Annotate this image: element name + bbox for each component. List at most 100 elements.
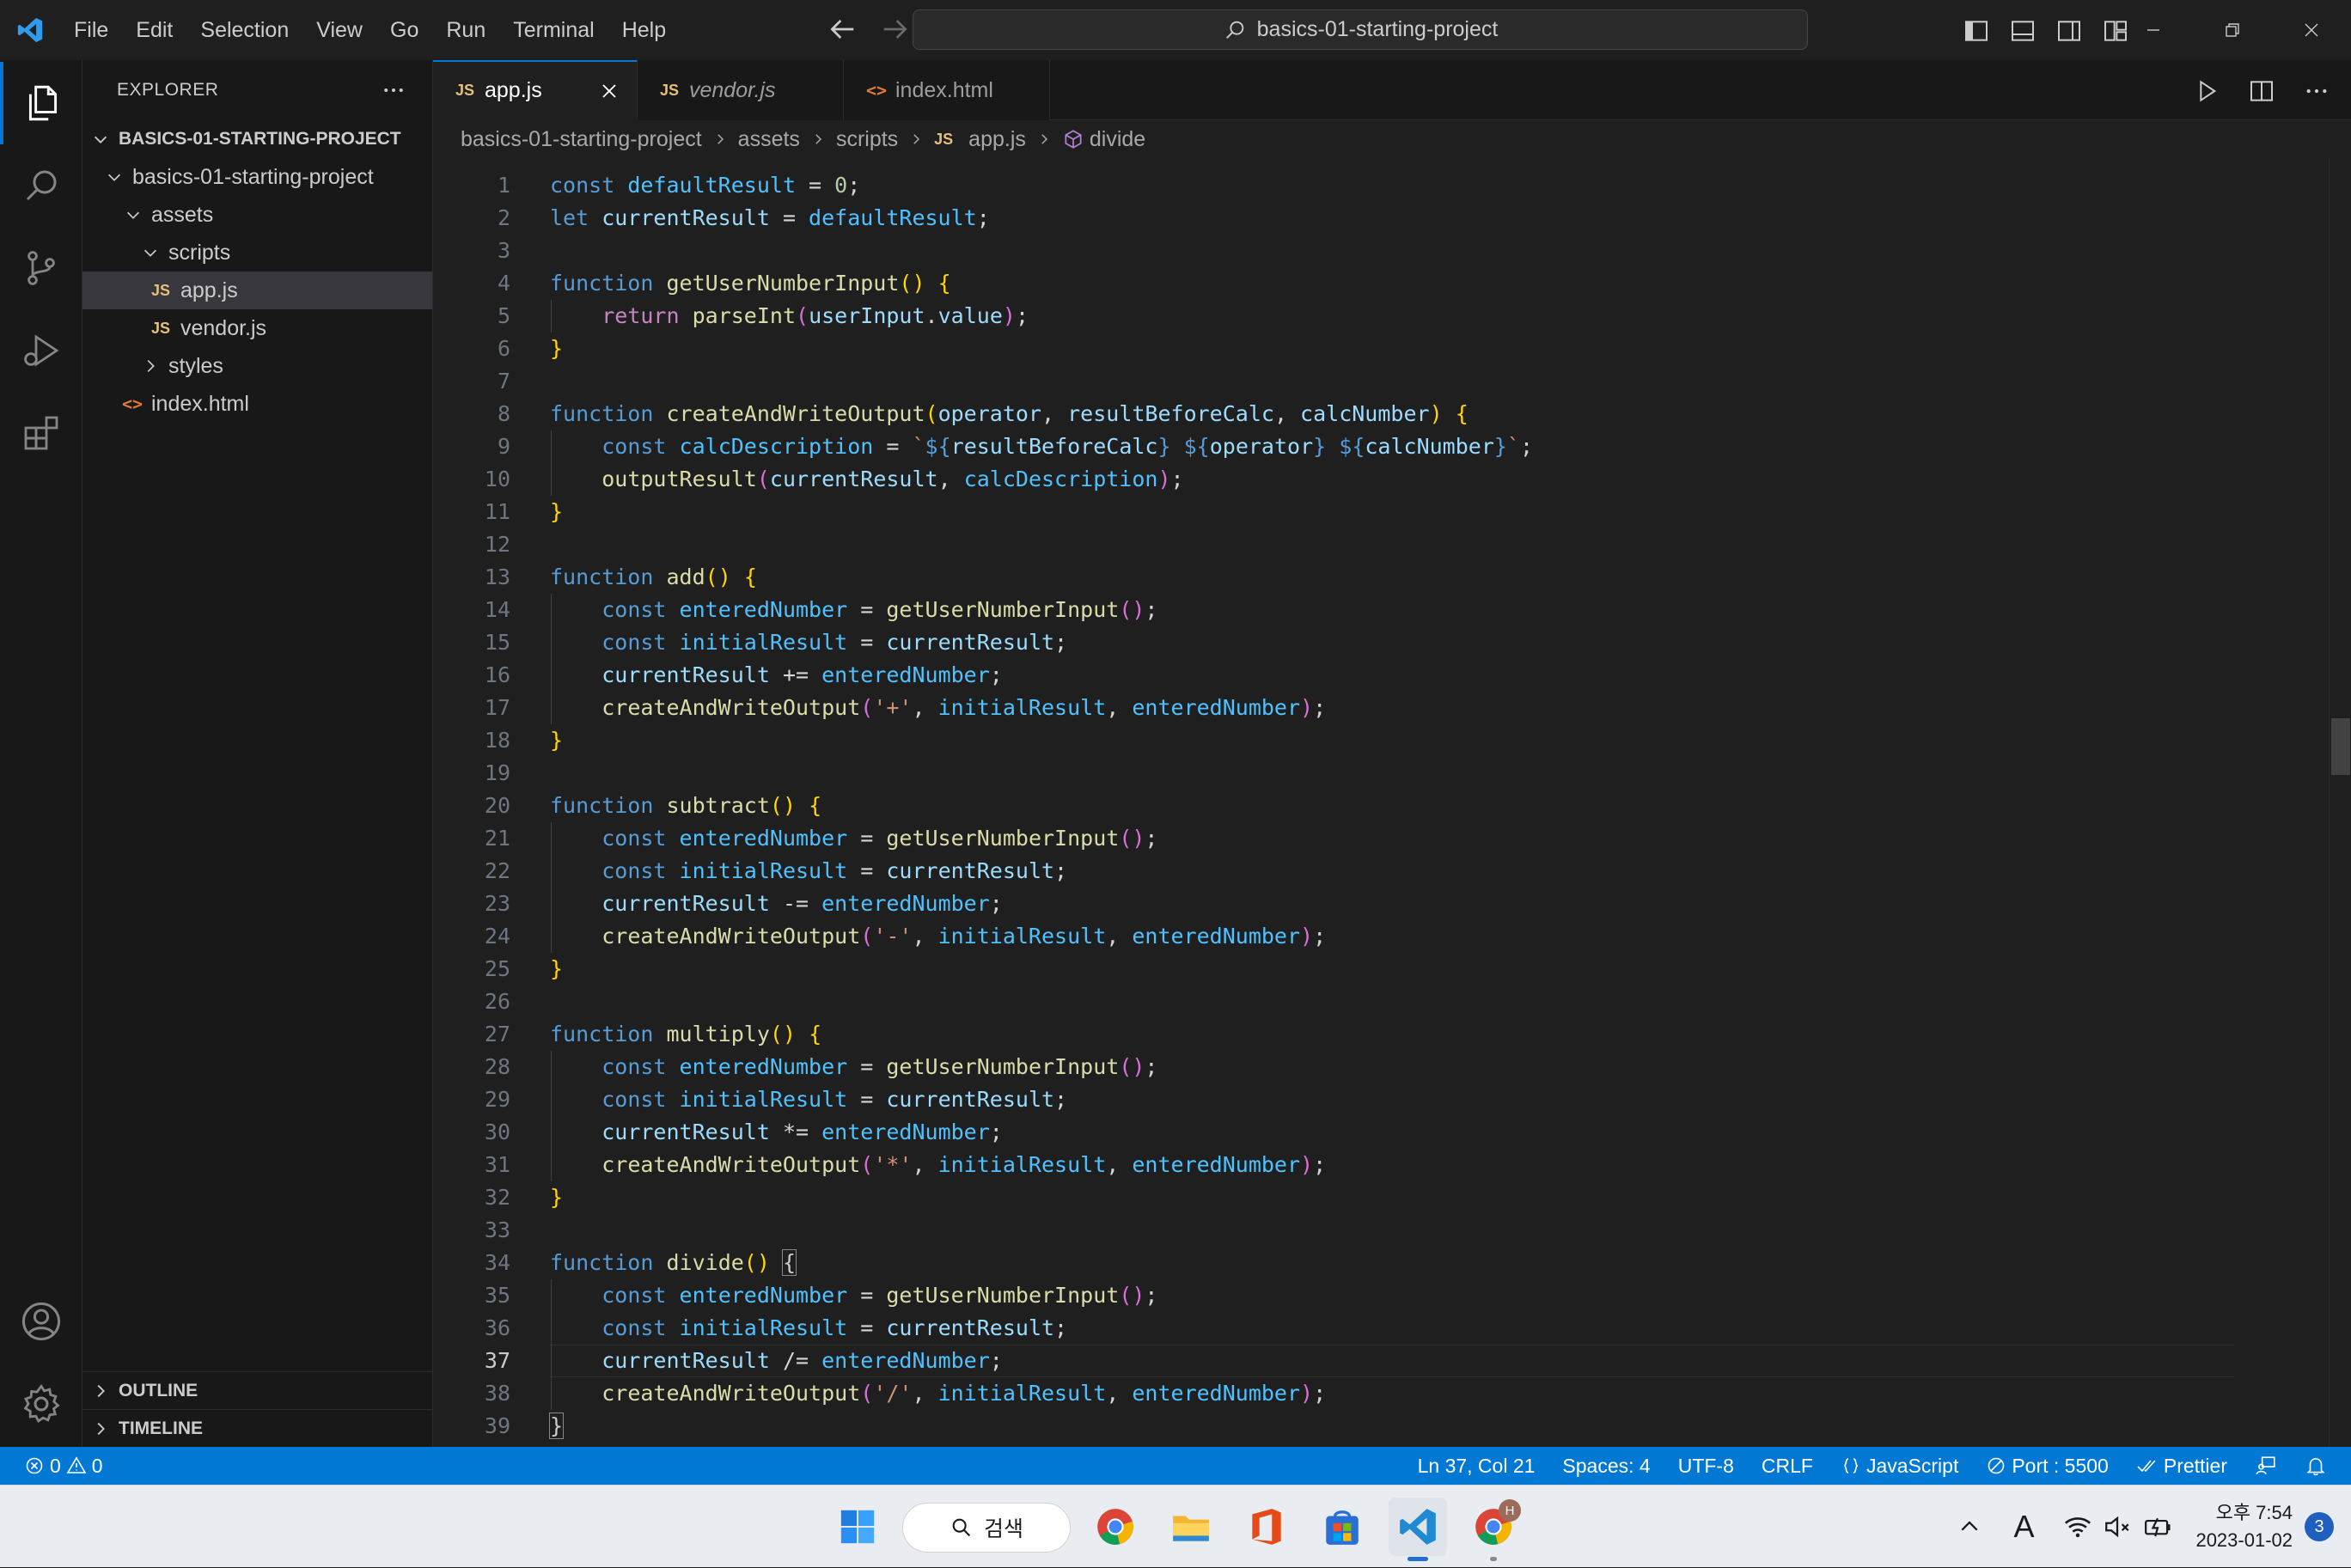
notification-badge[interactable]: 3: [2305, 1512, 2334, 1541]
menu-terminal[interactable]: Terminal: [499, 9, 608, 51]
tree-folder-assets[interactable]: assets: [82, 196, 432, 234]
timeline-label: TIMELINE: [119, 1418, 203, 1438]
person-feedback-icon: [2255, 1455, 2277, 1477]
live-server-port[interactable]: Port : 5500: [1972, 1447, 2122, 1485]
tab-app-js[interactable]: JS app.js: [433, 60, 638, 120]
tree-file-app-js[interactable]: JS app.js: [82, 272, 432, 309]
tree-item-label: index.html: [151, 391, 249, 416]
tree-file-vendor-js[interactable]: JS vendor.js: [82, 309, 432, 347]
menu-help[interactable]: Help: [608, 9, 680, 51]
encoding-status[interactable]: UTF-8: [1664, 1447, 1748, 1485]
bell-icon: [2305, 1455, 2327, 1477]
close-tab-icon[interactable]: [597, 79, 621, 103]
toggle-secondary-sidebar-icon[interactable]: [2055, 17, 2083, 45]
code-line: let currentResult = defaultResult;: [550, 205, 990, 230]
taskbar-search[interactable]: 검색: [902, 1503, 1071, 1553]
chrome-profile-icon[interactable]: H: [1464, 1498, 1523, 1561]
chrome-icon[interactable]: [1086, 1498, 1145, 1556]
run-icon[interactable]: [2193, 77, 2220, 105]
problems-status[interactable]: 0 0: [0, 1447, 117, 1485]
feedback-button[interactable]: [2241, 1447, 2291, 1485]
explorer-icon[interactable]: [0, 62, 82, 144]
code-editor[interactable]: 1 2 3 4 5 6 7 8 9 10 11 12 13 14 15 16 17 18 19 20 21 22 23 24 2…: [433, 158, 2351, 1447]
minimize-button[interactable]: [2114, 0, 2193, 60]
microsoft-store-icon[interactable]: [1313, 1498, 1371, 1556]
forward-arrow-icon[interactable]: [878, 12, 913, 46]
scrollbar-thumb[interactable]: [2331, 718, 2350, 775]
breadcrumb-item[interactable]: assets: [738, 127, 800, 152]
battery-charging-icon[interactable]: [2142, 1512, 2173, 1541]
timeline-panel-header[interactable]: TIMELINE: [82, 1409, 432, 1447]
menu-go[interactable]: Go: [376, 9, 432, 51]
breadcrumb-item[interactable]: basics-01-starting-project: [461, 127, 702, 152]
ime-indicator[interactable]: A: [2013, 1509, 2034, 1545]
code-line: function getUserNumberInput() {: [550, 271, 951, 296]
more-actions-icon[interactable]: [381, 77, 406, 103]
menu-file[interactable]: File: [60, 9, 122, 51]
tree-folder-scripts[interactable]: scripts: [82, 234, 432, 272]
cursor-position[interactable]: Ln 37, Col 21: [1404, 1447, 1549, 1485]
vertical-scrollbar[interactable]: [2329, 158, 2351, 1447]
source-control-icon[interactable]: [0, 227, 82, 309]
accounts-icon[interactable]: [0, 1280, 82, 1363]
chevron-right-icon: [89, 1418, 112, 1440]
prettier-status[interactable]: Prettier: [2122, 1447, 2241, 1485]
tab-label: app.js: [485, 78, 542, 102]
tree-file-index-html[interactable]: <> index.html: [82, 385, 432, 423]
explorer-header: EXPLORER: [82, 60, 432, 120]
office-icon[interactable]: [1237, 1498, 1296, 1556]
system-tray: A 오후 7:54 2023-01-02 3: [1957, 1486, 2351, 1568]
breadcrumb-item[interactable]: divide: [1090, 127, 1145, 152]
language-mode[interactable]: JavaScript: [1827, 1447, 1972, 1485]
clock-time: 오후 7:54: [2215, 1502, 2293, 1523]
file-explorer-icon[interactable]: [1162, 1498, 1220, 1556]
menu-run[interactable]: Run: [432, 9, 499, 51]
chevron-right-icon: [139, 355, 162, 377]
chevron-up-icon[interactable]: [1957, 1514, 1982, 1540]
restore-button[interactable]: [2193, 0, 2272, 60]
tree-folder-basics-01-starting-project[interactable]: basics-01-starting-project: [82, 158, 432, 196]
project-root-header[interactable]: BASICS-01-STARTING-PROJECT: [82, 120, 432, 158]
line-number: 36: [484, 1315, 510, 1340]
eol-status[interactable]: CRLF: [1748, 1447, 1827, 1485]
clock[interactable]: 오후 7:54 2023-01-02: [2187, 1499, 2305, 1554]
run-and-debug-icon[interactable]: [0, 309, 82, 392]
wifi-icon[interactable]: [2063, 1512, 2092, 1541]
manage-gear-icon[interactable]: [0, 1363, 82, 1445]
code-line: const initialResult = currentResult;: [601, 630, 1068, 655]
toggle-primary-sidebar-icon[interactable]: [1963, 17, 1990, 45]
menu-view[interactable]: View: [302, 9, 376, 51]
windows-start-icon[interactable]: [828, 1498, 887, 1556]
windows-taskbar: 검색 H A 오후 7:54 2023-01-02 3: [0, 1485, 2351, 1567]
search-view-icon[interactable]: [0, 144, 82, 227]
command-center-search[interactable]: basics-01-starting-project: [913, 9, 1808, 50]
code-line: currentResult *= enteredNumber;: [601, 1120, 1003, 1144]
breadcrumb-item[interactable]: scripts: [836, 127, 898, 152]
line-number: 13: [484, 564, 510, 589]
tab-vendor-js[interactable]: JS vendor.js: [638, 60, 844, 120]
back-arrow-icon[interactable]: [825, 12, 859, 46]
notifications-button[interactable]: [2291, 1447, 2351, 1485]
line-number: 17: [484, 695, 510, 720]
menu-selection[interactable]: Selection: [186, 9, 302, 51]
menu-edit[interactable]: Edit: [122, 9, 186, 51]
indentation-status[interactable]: Spaces: 4: [1548, 1447, 1664, 1485]
speaker-muted-icon[interactable]: [2103, 1512, 2132, 1541]
outline-panel-header[interactable]: OUTLINE: [82, 1371, 432, 1409]
tab-index-html[interactable]: <> index.html: [844, 60, 1050, 120]
split-editor-icon[interactable]: [2248, 77, 2275, 105]
line-number: 4: [497, 271, 510, 296]
toggle-panel-icon[interactable]: [2009, 17, 2037, 45]
js-file-icon: JS: [934, 130, 954, 148]
chevron-right-icon: [810, 131, 826, 147]
search-icon: [1223, 18, 1247, 42]
line-number: 1: [497, 173, 510, 198]
code-line: currentResult /= enteredNumber;: [601, 1348, 1003, 1373]
more-actions-icon[interactable]: [2303, 77, 2330, 105]
line-number: 26: [484, 989, 510, 1014]
tree-folder-styles[interactable]: styles: [82, 347, 432, 385]
close-window-button[interactable]: [2272, 0, 2351, 60]
vscode-taskbar-icon[interactable]: [1389, 1498, 1447, 1561]
extensions-icon[interactable]: [0, 392, 82, 474]
breadcrumb-item[interactable]: app.js: [968, 127, 1026, 152]
